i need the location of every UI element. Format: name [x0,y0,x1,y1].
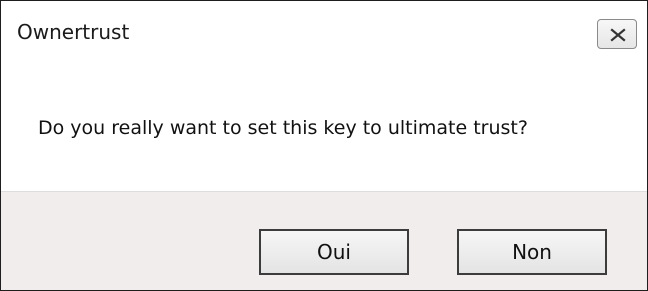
dialog-message: Do you really want to set this key to ul… [38,117,528,139]
dialog-footer: Oui Non [1,191,647,290]
title-bar: Ownertrust [1,1,647,65]
close-button[interactable] [597,19,637,49]
dialog-body: Do you really want to set this key to ul… [1,65,647,191]
yes-button[interactable]: Oui [259,229,409,275]
ownertrust-dialog: Ownertrust Do you really want to set thi… [0,0,648,291]
close-icon [610,28,626,42]
no-button[interactable]: Non [457,229,607,275]
dialog-title: Ownertrust [17,20,130,44]
